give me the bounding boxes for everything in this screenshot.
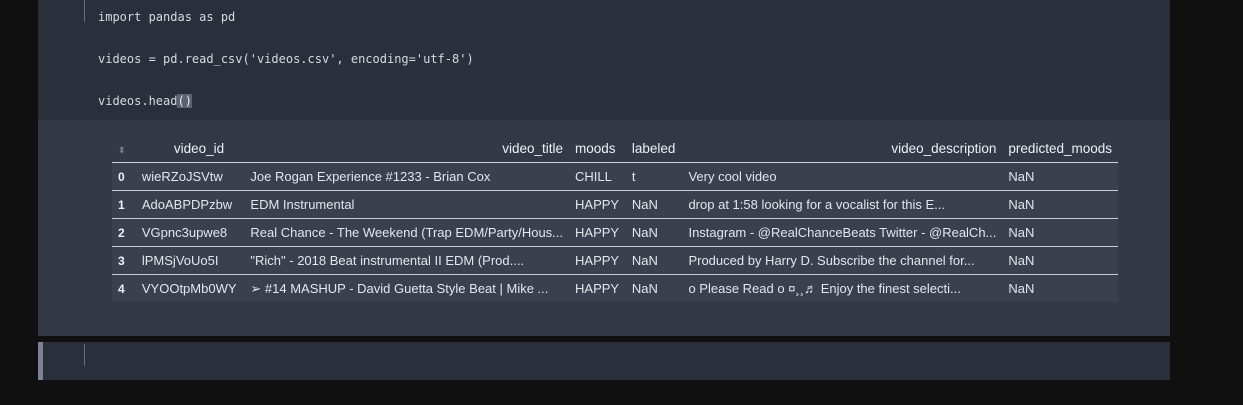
cell-labeled: NaN xyxy=(625,218,683,247)
row-index: 4 xyxy=(118,281,125,296)
cell-video-title: ➢ #14 MASHUP - David Guetta Style Beat |… xyxy=(250,280,549,296)
column-header-predicted-moods[interactable]: predicted_moods xyxy=(1002,134,1118,163)
row-index: 1 xyxy=(112,190,136,219)
cell-labeled: NaN xyxy=(625,246,683,275)
code-line-read-csv: videos = pd.read_csv('videos.csv', encod… xyxy=(98,52,474,66)
cell-video-id: VYOOtpMb0WY xyxy=(141,281,237,296)
cell-video-description: drop at 1:58 looking for a vocalist for … xyxy=(682,190,1003,219)
code-line-head: videos.head() xyxy=(98,93,192,109)
column-header-video-title[interactable]: video_title xyxy=(244,134,570,163)
cell-moods: HAPPY xyxy=(569,218,626,247)
row-index: 3 xyxy=(112,246,136,275)
cell-video-id: lPMSjVoUo5I xyxy=(135,246,245,275)
cell-video-description: o Please Read o ¤¸¸♬ Enjoy the finest se… xyxy=(688,281,961,296)
table-row: 4 VYOOtpMb0WY ➢ #14 MASHUP - David Guett… xyxy=(112,274,1118,302)
cell-predicted-moods: NaN xyxy=(1002,190,1118,219)
cell-video-id: wieRZoJSVtw xyxy=(135,162,245,191)
table-header-row: ⬍ video_id video_title moods labeled vid… xyxy=(112,134,1118,163)
cell-gutter-line xyxy=(84,0,85,22)
code-head-call: videos.head xyxy=(98,94,178,108)
cell-video-id: AdoABPDPzbw xyxy=(135,190,245,219)
column-header-video-description[interactable]: video_description xyxy=(682,134,1003,163)
cell-labeled: NaN xyxy=(631,281,658,296)
cell-video-description: Very cool video xyxy=(682,162,1003,191)
column-header-moods[interactable]: moods xyxy=(569,134,626,163)
column-header-labeled[interactable]: labeled xyxy=(625,134,683,163)
cell-predicted-moods: NaN xyxy=(1008,281,1035,296)
dataframe-table: ⬍ video_id video_title moods labeled vid… xyxy=(112,134,1118,302)
row-index: 0 xyxy=(112,162,136,191)
index-header[interactable]: ⬍ xyxy=(112,134,136,163)
cell-moods: HAPPY xyxy=(569,246,626,275)
cell-video-title: Joe Rogan Experience #1233 - Brian Cox xyxy=(244,162,570,191)
cell-labeled: t xyxy=(625,162,683,191)
cell-video-title: Real Chance - The Weekend (Trap EDM/Part… xyxy=(244,218,570,247)
code-cell[interactable]: import pandas as pd videos = pd.read_csv… xyxy=(38,0,1170,120)
table-row: 3 lPMSjVoUo5I "Rich" - 2018 Beat instrum… xyxy=(112,246,1118,275)
table-row: 0 wieRZoJSVtw Joe Rogan Experience #1233… xyxy=(112,162,1118,191)
cell-video-title: EDM Instrumental xyxy=(244,190,570,219)
cell-predicted-moods: NaN xyxy=(1002,162,1118,191)
cell-moods: HAPPY xyxy=(569,190,626,219)
text-cursor xyxy=(84,344,85,366)
cell-video-title: "Rich" - 2018 Beat instrumental II EDM (… xyxy=(244,246,570,275)
matched-parens: () xyxy=(177,94,192,108)
cell-labeled: NaN xyxy=(625,190,683,219)
empty-code-cell[interactable] xyxy=(38,342,1170,380)
cell-predicted-moods: NaN xyxy=(1002,246,1118,275)
sort-indicator-icon: ⬍ xyxy=(118,144,126,155)
column-header-video-id[interactable]: video_id xyxy=(135,134,245,163)
selected-cell-indicator xyxy=(38,342,43,380)
cell-predicted-moods: NaN xyxy=(1002,218,1118,247)
cell-moods: CHILL xyxy=(569,162,626,191)
cell-video-description: Produced by Harry D. Subscribe the chann… xyxy=(682,246,1003,275)
cell-moods: HAPPY xyxy=(575,281,620,296)
cell-video-id: VGpnc3upwe8 xyxy=(135,218,245,247)
row-index: 2 xyxy=(112,218,136,247)
table-row: 1 AdoABPDPzbw EDM Instrumental HAPPY NaN… xyxy=(112,190,1118,219)
notebook-page: import pandas as pd videos = pd.read_csv… xyxy=(0,0,1243,405)
cell-video-description: Instagram - @RealChanceBeats Twitter - @… xyxy=(682,218,1003,247)
code-line-import: import pandas as pd xyxy=(98,10,236,24)
table-row: 2 VGpnc3upwe8 Real Chance - The Weekend … xyxy=(112,218,1118,247)
output-cell: ⬍ video_id video_title moods labeled vid… xyxy=(38,120,1170,336)
